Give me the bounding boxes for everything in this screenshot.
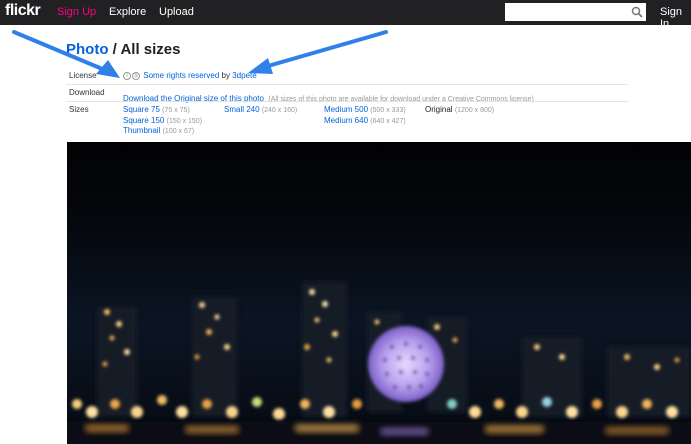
- annotation-arrow-author: [248, 30, 388, 74]
- annotation-arrows: [12, 30, 388, 78]
- page: { "nav": { "logo": "flickr", "signup": "…: [0, 0, 691, 444]
- annotation-arrow-license: [12, 30, 120, 78]
